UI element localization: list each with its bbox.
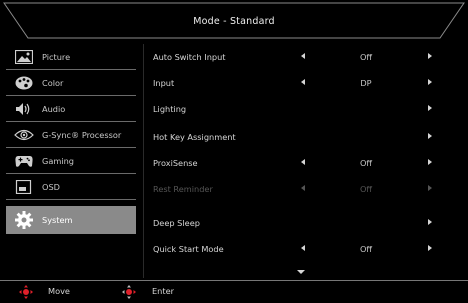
setting-value: Off bbox=[359, 244, 373, 254]
joystick-enter-icon bbox=[122, 284, 136, 299]
right-arrow-icon[interactable] bbox=[428, 159, 432, 165]
right-arrow-icon[interactable] bbox=[428, 79, 432, 85]
sidebar-item-color[interactable]: Color bbox=[6, 70, 136, 96]
monitor-osd-menu: Mode - Standard Picture Color Audio G-Sy… bbox=[0, 0, 468, 300]
setting-label: Auto Switch Input bbox=[153, 52, 226, 62]
sidebar-item-audio[interactable]: Audio bbox=[6, 96, 136, 122]
setting-label: Input bbox=[153, 78, 175, 88]
scroll-down-arrow-icon[interactable] bbox=[297, 270, 305, 274]
setting-quick-start-mode[interactable]: Quick Start Mode Off bbox=[146, 236, 464, 262]
right-arrow-icon[interactable] bbox=[428, 53, 432, 59]
settings-list: Auto Switch Input Off Input DP Lighting … bbox=[146, 44, 464, 278]
setting-label: ProxiSense bbox=[153, 158, 198, 168]
left-arrow-icon[interactable] bbox=[301, 159, 305, 165]
enter-hint: Enter bbox=[152, 286, 174, 296]
setting-input[interactable]: Input DP bbox=[146, 70, 464, 96]
osd-window-icon bbox=[14, 179, 34, 195]
setting-rest-reminder: Rest Reminder Off bbox=[146, 176, 464, 202]
setting-value: DP bbox=[360, 78, 372, 88]
sidebar-item-label: OSD bbox=[42, 181, 60, 192]
color-palette-icon bbox=[14, 75, 34, 91]
left-arrow-icon bbox=[301, 185, 305, 191]
left-arrow-icon[interactable] bbox=[301, 245, 305, 251]
sidebar-item-label: System bbox=[42, 215, 73, 225]
right-arrow-icon[interactable] bbox=[428, 245, 432, 251]
gsync-eye-icon bbox=[14, 127, 34, 143]
divider bbox=[143, 44, 144, 278]
gear-icon bbox=[14, 211, 34, 229]
setting-auto-switch-input[interactable]: Auto Switch Input Off bbox=[146, 44, 464, 70]
setting-label: Quick Start Mode bbox=[153, 244, 224, 254]
move-hint: Move bbox=[48, 286, 70, 296]
sidebar-item-gsync[interactable]: G-Sync® Processor bbox=[6, 122, 136, 148]
sidebar: Picture Color Audio G-Sync® Processor Ga… bbox=[6, 44, 136, 278]
sidebar-item-system[interactable]: System bbox=[6, 206, 136, 234]
setting-label: Rest Reminder bbox=[153, 184, 213, 194]
joystick-move-icon bbox=[19, 284, 33, 299]
sidebar-item-gaming[interactable]: Gaming bbox=[6, 148, 136, 174]
picture-icon bbox=[14, 49, 34, 65]
sidebar-item-picture[interactable]: Picture bbox=[6, 44, 136, 70]
sidebar-item-label: Audio bbox=[42, 103, 66, 114]
setting-deep-sleep[interactable]: Deep Sleep bbox=[146, 210, 464, 236]
setting-value: Off bbox=[359, 184, 373, 194]
mode-title: Mode - Standard bbox=[193, 16, 275, 27]
setting-hot-key-assignment[interactable]: Hot Key Assignment bbox=[146, 124, 464, 150]
sidebar-item-label: G-Sync® Processor bbox=[42, 129, 122, 140]
setting-label: Hot Key Assignment bbox=[153, 132, 236, 142]
setting-label: Deep Sleep bbox=[153, 218, 200, 228]
sidebar-item-label: Picture bbox=[42, 51, 71, 62]
setting-value: Off bbox=[359, 52, 373, 62]
setting-proxisense[interactable]: ProxiSense Off bbox=[146, 150, 464, 176]
speaker-icon bbox=[14, 101, 34, 117]
title-bar: Mode - Standard bbox=[0, 2, 468, 40]
setting-lighting[interactable]: Lighting bbox=[146, 96, 464, 122]
left-arrow-icon[interactable] bbox=[301, 79, 305, 85]
sidebar-item-osd[interactable]: OSD bbox=[6, 174, 136, 200]
right-arrow-icon bbox=[428, 185, 432, 191]
sidebar-item-label: Color bbox=[42, 77, 64, 88]
gamepad-icon bbox=[14, 153, 34, 169]
right-arrow-icon[interactable] bbox=[428, 219, 432, 225]
left-arrow-icon[interactable] bbox=[301, 53, 305, 59]
right-arrow-icon[interactable] bbox=[428, 133, 432, 139]
right-arrow-icon[interactable] bbox=[428, 105, 432, 111]
setting-value: Off bbox=[359, 158, 373, 168]
sidebar-item-label: Gaming bbox=[42, 155, 74, 166]
footer-bar: Move Enter bbox=[0, 281, 468, 300]
setting-label: Lighting bbox=[153, 104, 187, 114]
